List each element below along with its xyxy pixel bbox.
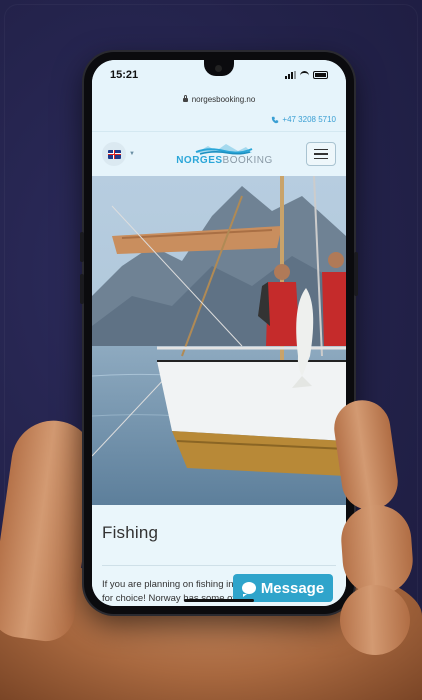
- url-text: norgesbooking.no: [191, 94, 256, 104]
- divider: [102, 565, 336, 566]
- contact-phone[interactable]: +47 3208 5710: [92, 108, 346, 132]
- signal-icon: [285, 71, 296, 79]
- mountain-waves-logo-icon: [196, 143, 253, 155]
- lock-icon: [182, 95, 188, 102]
- message-chat-button[interactable]: Message: [233, 574, 333, 602]
- phone-icon: [272, 116, 279, 123]
- language-button[interactable]: [102, 142, 126, 166]
- phone-screen: 15:21 norgesbooking.no +47 3208 5710 ▼ N…: [92, 60, 346, 606]
- url-bar[interactable]: norgesbooking.no: [92, 90, 346, 108]
- logo-wordmark: NORGESBOOKING: [176, 154, 273, 166]
- phone: 15:21 norgesbooking.no +47 3208 5710 ▼ N…: [80, 52, 358, 614]
- status-time: 15:21: [110, 69, 139, 81]
- battery-icon: [313, 71, 328, 79]
- chat-bubble-icon: [241, 582, 256, 597]
- language-selector[interactable]: ▼: [102, 142, 135, 166]
- volume-button: [80, 232, 84, 262]
- home-indicator: [184, 599, 254, 602]
- message-label: Message: [260, 579, 325, 597]
- uk-flag-icon: [107, 149, 121, 159]
- wifi-icon: [300, 70, 309, 80]
- site-header: ▼ NORGESBOOKING: [92, 132, 346, 176]
- page-title: Fishing: [102, 523, 159, 542]
- volume-button: [80, 274, 84, 304]
- site-logo[interactable]: NORGESBOOKING: [176, 143, 273, 166]
- hero-image-fishing: [92, 176, 346, 505]
- power-button: [354, 252, 358, 296]
- fishing-boat-photo: [92, 176, 346, 505]
- chevron-down-icon: ▼: [129, 151, 135, 157]
- hamburger-menu-button[interactable]: [305, 142, 336, 166]
- contact-phone-text: +47 3208 5710: [282, 115, 336, 124]
